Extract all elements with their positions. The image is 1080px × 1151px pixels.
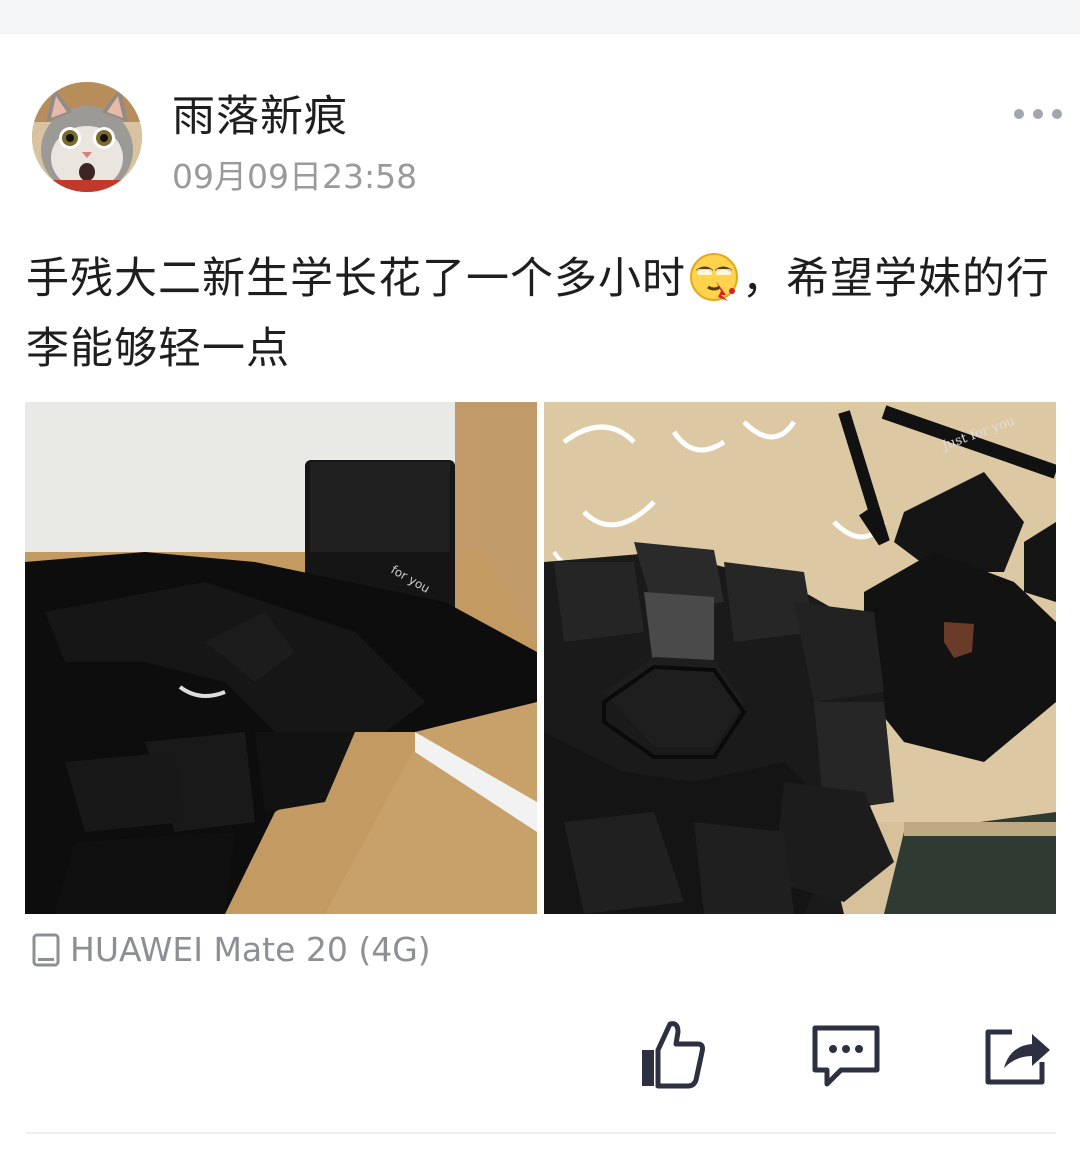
like-button[interactable] [636, 1018, 710, 1092]
post-text-part-1: 手残大二新生学长花了一个多小时 [26, 254, 686, 304]
author-name[interactable]: 雨落新痕 [172, 82, 348, 144]
thumbs-up-icon [642, 1021, 705, 1089]
photo-black-boxes-icon: for you [25, 402, 537, 914]
avatar[interactable] [32, 82, 142, 192]
photo-hexagon-box-icon: Just for you [544, 402, 1056, 914]
comment-button[interactable] [809, 1018, 883, 1092]
comment-icon [812, 1025, 880, 1087]
more-dots-icon [1033, 109, 1043, 119]
share-icon [985, 1029, 1050, 1085]
top-bar [0, 0, 1080, 34]
more-options-button[interactable] [1014, 100, 1062, 128]
post-text: 手残大二新生学长花了一个多小时 ，希望学妹的行李能够轻一点 [26, 244, 1066, 384]
post-photo-1[interactable]: for you [25, 402, 537, 914]
device-name: HUAWEI Mate 20 (4G) [70, 930, 431, 969]
post-photo-2[interactable]: Just for you [544, 402, 1056, 914]
more-dots-icon [1014, 109, 1024, 119]
share-button[interactable] [980, 1018, 1054, 1092]
post-page: 雨落新痕 09月09日23:58 手残大二新生学长花了一个多小时 ，希望学妹的行… [0, 0, 1080, 1151]
cat-avatar-icon [32, 82, 142, 192]
phone-icon [32, 933, 60, 966]
nosebleed-emoji-icon [688, 251, 740, 303]
device-info: HUAWEI Mate 20 (4G) [32, 930, 431, 969]
post-timestamp: 09月09日23:58 [172, 157, 418, 196]
more-dots-icon [1052, 109, 1062, 119]
divider [26, 1132, 1056, 1134]
